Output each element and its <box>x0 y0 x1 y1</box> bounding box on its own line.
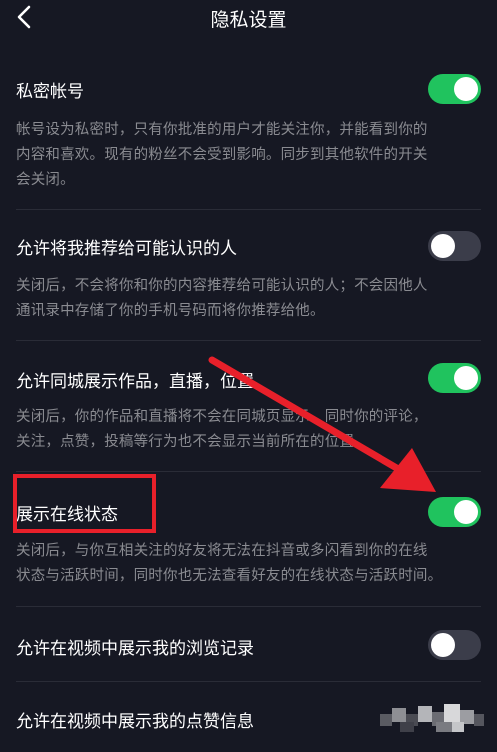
description-line: 状态与活跃时间，同时你也无法查看好友的在线状态与活跃时间。 <box>16 568 443 584</box>
description-line: 内容和喜欢。现有的粉丝不会受到影响。同步到其他软件的开关 <box>16 147 428 163</box>
setting-description: 关闭后，你的作品和直播将不会在同城页显示，同时你的评论， 关注，点赞，投稿等行为… <box>16 405 480 455</box>
setting-title: 允许将我推荐给可能认识的人 <box>16 239 237 259</box>
setting-title: 允许在视频中展示我的浏览记录 <box>16 639 254 659</box>
description-line: 关闭后，你的作品和直播将不会在同城页显示，同时你的评论， <box>16 409 428 425</box>
description-line: 会关闭。 <box>16 172 75 188</box>
divider <box>16 209 481 210</box>
setting-description: 帐号设为私密时，只有你批准的用户才能关注你，并能看到你的 内容和喜欢。现有的粉丝… <box>16 118 480 193</box>
top-bar: 隐私设置 <box>0 0 497 36</box>
setting-description: 关闭后，不会将你和你的内容推荐给可能认识的人；不会因他人 通讯录中存储了你的手机… <box>16 274 480 324</box>
description-line: 帐号设为私密时，只有你批准的用户才能关注你，并能看到你的 <box>16 122 428 138</box>
toggle-knob <box>431 633 455 657</box>
toggle-knob <box>431 234 455 258</box>
nearby-display-toggle[interactable] <box>428 363 481 393</box>
setting-title: 允许在视频中展示我的点赞信息 <box>16 712 254 732</box>
divider <box>16 681 481 682</box>
online-status-toggle[interactable] <box>428 497 481 527</box>
browsing-history-toggle[interactable] <box>428 630 481 660</box>
annotation-highlight-box <box>13 474 156 533</box>
description-line: 通讯录中存储了你的手机号码而将你推荐给他。 <box>16 303 325 319</box>
setting-title: 允许同城展示作品，直播，位置 <box>16 372 254 392</box>
description-line: 关闭后，与你互相关注的好友将无法在抖音或多闪看到你的在线 <box>16 543 428 559</box>
pixelated-watermark <box>380 700 485 740</box>
page-title: 隐私设置 <box>210 9 287 31</box>
recommend-to-contacts-toggle[interactable] <box>428 231 481 261</box>
private-account-toggle[interactable] <box>428 74 481 104</box>
toggle-knob <box>454 366 478 390</box>
toggle-knob <box>454 500 478 524</box>
divider <box>16 606 481 607</box>
setting-title: 私密帐号 <box>16 82 84 102</box>
setting-description: 关闭后，与你互相关注的好友将无法在抖音或多闪看到你的在线 状态与活跃时间，同时你… <box>16 539 480 589</box>
divider <box>16 471 481 472</box>
toggle-knob <box>454 77 478 101</box>
divider <box>16 340 481 341</box>
description-line: 关注，点赞，投稿等行为也不会显示当前所在的位置。 <box>16 434 369 450</box>
description-line: 关闭后，不会将你和你的内容推荐给可能认识的人；不会因他人 <box>16 278 428 294</box>
